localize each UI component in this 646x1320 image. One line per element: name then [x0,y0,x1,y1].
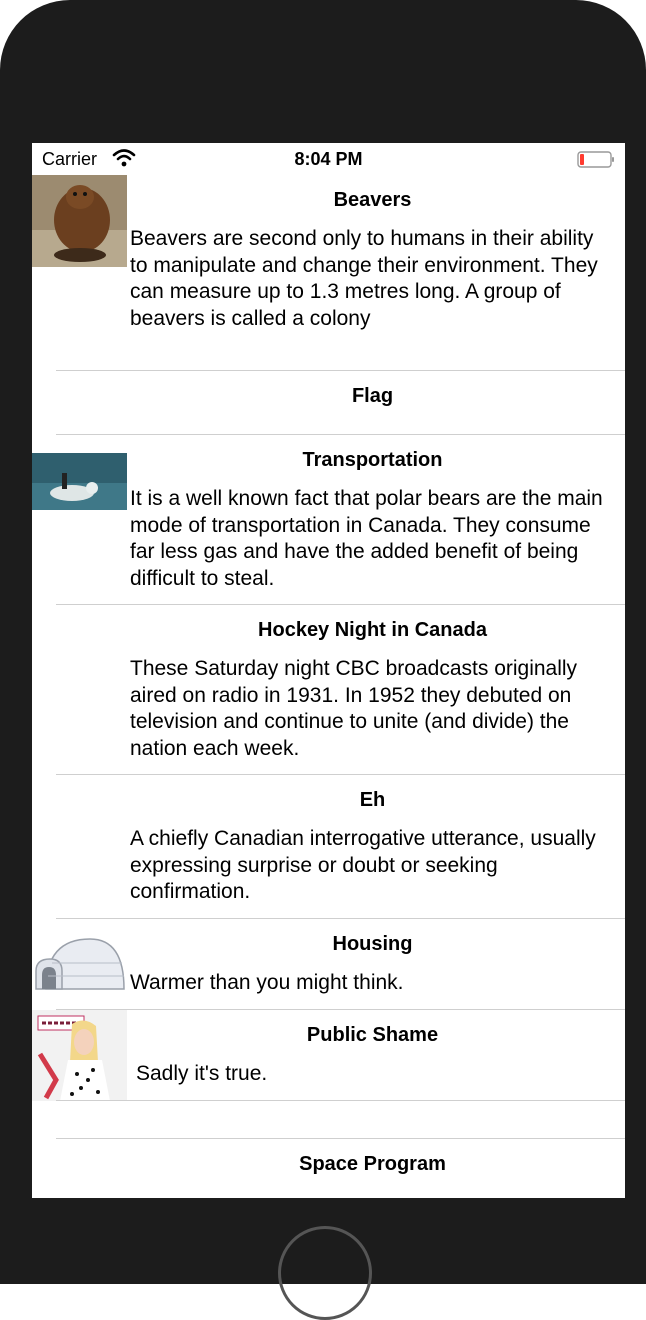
polar-bear-thumbnail [32,453,127,510]
table-row-space-program[interactable]: Space Program [32,1139,625,1198]
status-time: 8:04 PM [294,149,363,169]
app-screen: Carrier 8:04 PM Beavers Beavers are seco… [32,143,625,1198]
row-body: Warmer than you might think. [130,971,404,994]
table-row-housing[interactable]: Housing Warmer than you might think. [32,919,625,1010]
table-row-public-shame[interactable]: Public Shame Sadly it's true. [32,1010,625,1101]
beaver-thumbnail [32,175,127,267]
table-row-hockey-night[interactable]: Hockey Night in Canada These Saturday ni… [32,605,625,775]
facts-table[interactable]: Beavers Beavers are second only to human… [32,175,625,1198]
row-title: Flag [351,385,394,407]
device-frame: Carrier 8:04 PM Beavers Beavers are seco… [0,0,646,1320]
row-title: Hockey Night in Canada [258,619,487,641]
row-body: Beavers are second only to humans in the… [130,227,598,330]
home-button[interactable] [278,1226,372,1320]
row-body: It is a well known fact that polar bears… [130,487,603,590]
album-cover-thumbnail [32,1010,127,1101]
table-row-flag[interactable]: Flag [32,371,625,435]
table-row-beavers[interactable]: Beavers Beavers are second only to human… [32,175,625,371]
row-body: A chiefly Canadian interrogative utteran… [130,827,596,903]
row-title: Eh [359,789,386,811]
row-body: Sadly it's true. [136,1062,268,1085]
row-body: These Saturday night CBC broadcasts orig… [130,657,578,760]
row-title: Transportation [302,449,443,471]
battery-icon [577,151,614,168]
status-bar: Carrier 8:04 PM [32,143,625,175]
igloo-thumbnail [32,933,127,997]
table-row-transportation[interactable]: Transportation It is a well known fact t… [32,435,625,605]
row-title: Public Shame [306,1024,439,1046]
row-title: Beavers [333,189,412,211]
row-title: Housing [332,933,413,955]
table-row-empty[interactable] [32,1101,625,1139]
row-title: Space Program [299,1153,446,1175]
table-row-eh[interactable]: Eh A chiefly Canadian interrogative utte… [32,775,625,919]
